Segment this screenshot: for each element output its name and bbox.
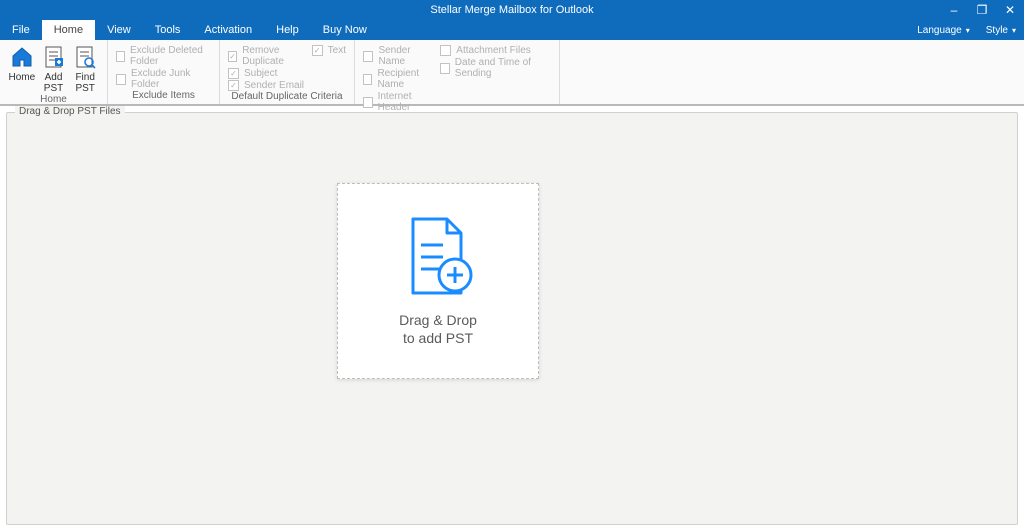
- ribbon-group-label: Exclude Items: [108, 90, 219, 104]
- remove-duplicate-checkbox[interactable]: Remove Duplicate: [228, 45, 308, 67]
- home-button[interactable]: Home: [8, 44, 36, 83]
- maximize-button[interactable]: ❐: [968, 0, 996, 20]
- add-pst-button[interactable]: AddPST: [40, 44, 68, 94]
- title-bar: Stellar Merge Mailbox for Outlook – ❐ ✕: [0, 0, 1024, 20]
- ribbon-group-home: Home AddPST FindPST Home: [0, 40, 108, 104]
- menu-buy-now[interactable]: Buy Now: [311, 20, 379, 40]
- menu-file[interactable]: File: [0, 20, 42, 40]
- language-dropdown[interactable]: Language: [909, 20, 978, 40]
- exclude-deleted-checkbox[interactable]: Exclude Deleted Folder: [116, 45, 211, 67]
- menu-help[interactable]: Help: [264, 20, 311, 40]
- menu-view[interactable]: View: [95, 20, 143, 40]
- window-controls: – ❐ ✕: [940, 0, 1024, 20]
- ribbon-group-default-duplicate: Remove Duplicate Subject Sender Email Te…: [220, 40, 355, 104]
- exclude-junk-checkbox[interactable]: Exclude Junk Folder: [116, 68, 211, 90]
- menu-activation[interactable]: Activation: [192, 20, 264, 40]
- menu-left: File Home View Tools Activation Help Buy…: [0, 20, 379, 40]
- checkbox-icon: [440, 63, 449, 74]
- fieldset-label: Drag & Drop PST Files: [15, 106, 125, 117]
- home-icon: [9, 44, 35, 70]
- checkbox-icon: [440, 45, 451, 56]
- drag-drop-area[interactable]: Drag & Drop PST Files Drag & Drop to add…: [6, 112, 1018, 525]
- menu-right: Language Style: [909, 20, 1024, 40]
- checkbox-icon: [228, 68, 239, 79]
- menu-home[interactable]: Home: [42, 20, 95, 40]
- checkbox-icon: [116, 74, 126, 85]
- drop-text: Drag & Drop to add PST: [399, 311, 477, 347]
- style-dropdown[interactable]: Style: [978, 20, 1024, 40]
- ribbon-group-exclude: Exclude Deleted Folder Exclude Junk Fold…: [108, 40, 220, 104]
- subject-checkbox[interactable]: Subject: [228, 68, 308, 79]
- checkbox-icon: [312, 45, 323, 56]
- ribbon-group-label: Default Duplicate Criteria: [220, 91, 354, 105]
- checkbox-icon: [363, 74, 372, 85]
- date-time-checkbox[interactable]: Date and Time of Sending: [440, 57, 551, 79]
- sender-name-checkbox[interactable]: Sender Name: [363, 45, 436, 67]
- attachment-files-checkbox[interactable]: Attachment Files: [440, 45, 551, 56]
- checkbox-icon: [228, 51, 237, 62]
- checkbox-icon: [116, 51, 125, 62]
- checkbox-icon: [363, 97, 373, 108]
- internet-header-checkbox[interactable]: Internet Header: [363, 91, 436, 113]
- menu-tools[interactable]: Tools: [143, 20, 193, 40]
- checkbox-icon: [363, 51, 373, 62]
- ribbon: Home AddPST FindPST Home Exclude Deleted…: [0, 40, 1024, 106]
- find-pst-button[interactable]: FindPST: [71, 44, 99, 94]
- ribbon-group-advanced-duplicate: Sender Name Recipient Name Internet Head…: [355, 40, 560, 104]
- minimize-button[interactable]: –: [940, 0, 968, 20]
- drop-card[interactable]: Drag & Drop to add PST: [337, 183, 539, 379]
- find-file-icon: [72, 44, 98, 70]
- text-checkbox[interactable]: Text: [312, 45, 346, 56]
- app-title: Stellar Merge Mailbox for Outlook: [430, 4, 593, 16]
- add-file-icon: [41, 44, 67, 70]
- menu-bar: File Home View Tools Activation Help Buy…: [0, 20, 1024, 40]
- recipient-name-checkbox[interactable]: Recipient Name: [363, 68, 436, 90]
- checkbox-icon: [228, 80, 239, 91]
- close-button[interactable]: ✕: [996, 0, 1024, 20]
- add-file-large-icon: [399, 215, 477, 301]
- sender-email-checkbox[interactable]: Sender Email: [228, 80, 308, 91]
